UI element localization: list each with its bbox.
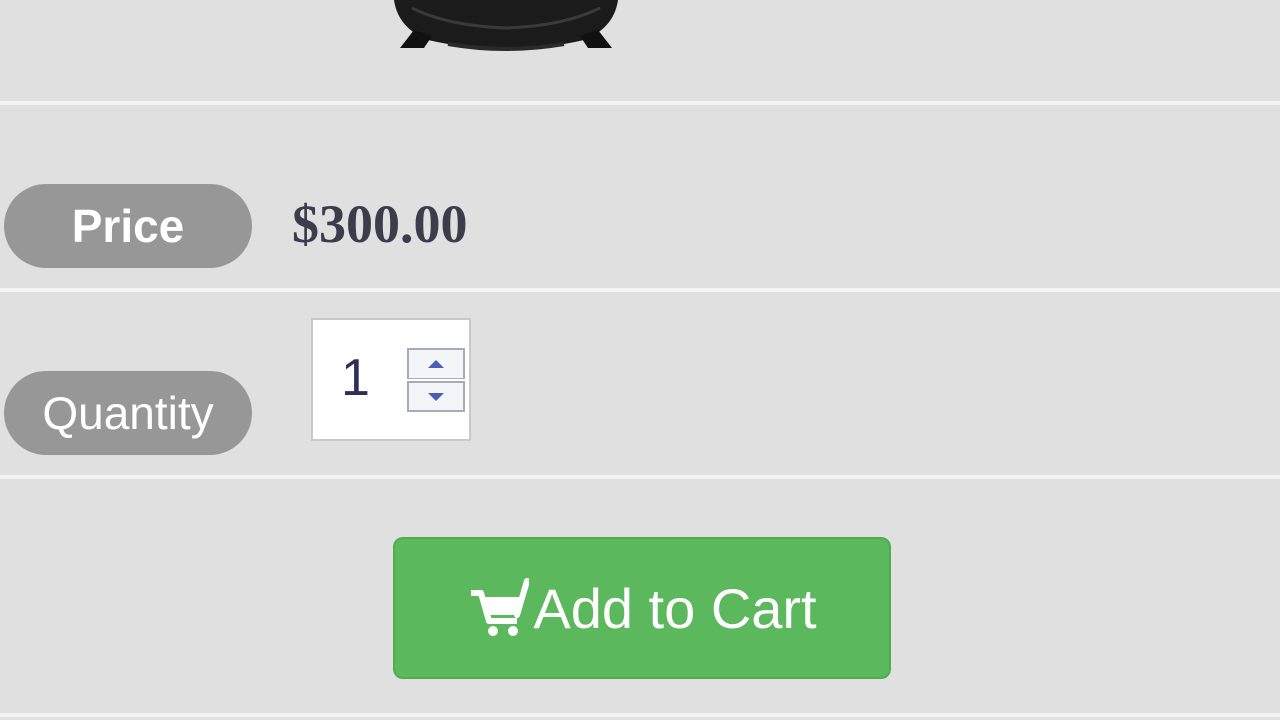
cart-icon — [467, 577, 531, 639]
stepper-controls — [407, 348, 465, 414]
product-detail-panel: Price $300.00 Quantity 1 Add to Cart — [0, 0, 1280, 720]
add-to-cart-label: Add to Cart — [533, 576, 817, 640]
quantity-label: Quantity — [4, 371, 252, 455]
divider — [0, 713, 1280, 717]
divider — [0, 101, 1280, 105]
add-to-cart-button[interactable]: Add to Cart — [393, 537, 891, 679]
decrement-button[interactable] — [407, 381, 465, 412]
chevron-down-icon — [428, 392, 444, 401]
price-value: $300.00 — [292, 194, 468, 254]
price-label: Price — [4, 184, 252, 268]
product-pot-icon — [388, 0, 624, 52]
divider — [0, 475, 1280, 479]
divider — [0, 288, 1280, 292]
quantity-stepper[interactable]: 1 — [311, 318, 471, 441]
chevron-up-icon — [428, 360, 444, 368]
increment-button[interactable] — [407, 348, 465, 379]
quantity-value[interactable]: 1 — [341, 346, 370, 410]
